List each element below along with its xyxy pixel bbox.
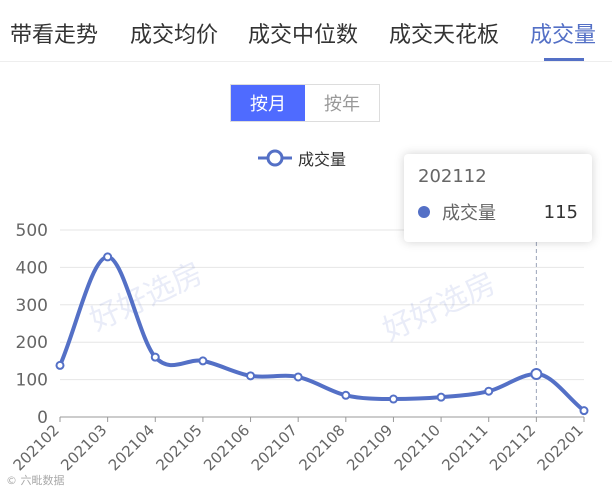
x-tick-label: 202111 — [438, 421, 491, 474]
tooltip-value: 115 — [543, 201, 578, 223]
x-tick-label: 202102 — [10, 421, 63, 474]
data-point — [436, 392, 446, 402]
series-line-volume — [58, 254, 586, 413]
y-tick-label: 200 — [16, 333, 48, 353]
y-tick-label: 100 — [16, 371, 48, 391]
x-tick-label: 202107 — [248, 421, 301, 474]
x-tick-label: 202109 — [343, 421, 396, 474]
data-point — [484, 386, 494, 396]
data-point — [388, 394, 398, 404]
chart-tooltip: 202112 成交量 115 — [404, 154, 592, 242]
y-tick-label: 400 — [16, 258, 48, 278]
data-point — [103, 252, 113, 262]
tooltip-title: 202112 — [418, 166, 487, 187]
tooltip-row: 成交量 115 — [418, 199, 578, 225]
x-tick-label: 202108 — [295, 421, 348, 474]
x-tick-label: 202201 — [534, 421, 587, 474]
y-tick-label: 300 — [16, 296, 48, 316]
data-point — [55, 360, 65, 370]
tooltip-series-name: 成交量 — [442, 203, 496, 224]
data-point — [246, 371, 256, 381]
y-tick-label: 500 — [16, 221, 48, 241]
volume-line-chart: 0100200300400500202102202103202104202105… — [10, 221, 589, 474]
data-point — [293, 372, 303, 382]
x-tick-label: 202103 — [57, 421, 110, 474]
data-point — [530, 367, 543, 380]
data-point — [579, 406, 589, 416]
x-tick-label: 202104 — [105, 421, 158, 474]
series-dot-icon — [418, 206, 430, 218]
x-tick-label: 202112 — [486, 421, 539, 474]
x-tick-label: 202106 — [200, 421, 253, 474]
x-tick-label: 202105 — [153, 421, 206, 474]
x-tick-label: 202110 — [391, 421, 444, 474]
data-point — [341, 390, 351, 400]
data-point — [150, 352, 160, 362]
data-point — [198, 356, 208, 366]
source-mark: © 六毗数据 — [6, 474, 65, 487]
